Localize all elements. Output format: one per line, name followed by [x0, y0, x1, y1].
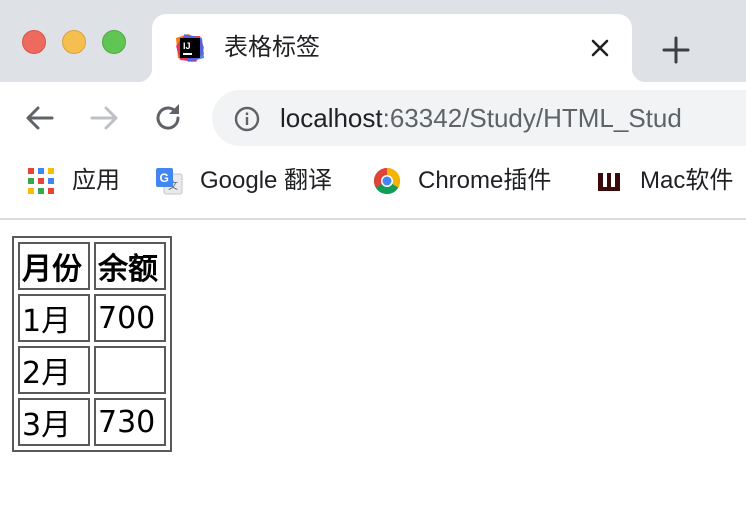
- chrome-icon: [373, 167, 401, 195]
- url-path: :63342/Study/HTML_Stud: [382, 103, 682, 133]
- table-cell-month: 2月: [18, 346, 90, 394]
- tab-strip: IJ 表格标签: [0, 0, 746, 82]
- bookmarks-bar: 应用 文 G Google 翻译 Chrome插件 Mac软件: [0, 154, 746, 220]
- column-header-month: 月份: [18, 242, 90, 290]
- window-zoom-button[interactable]: [102, 30, 126, 54]
- balance-table: 月份 余额 1月 700 2月 3月 730: [12, 236, 172, 452]
- new-tab-plus-icon[interactable]: [658, 32, 694, 68]
- bookmark-label: Google 翻译: [200, 167, 333, 194]
- active-tab[interactable]: IJ 表格标签: [138, 14, 646, 82]
- column-header-balance: 余额: [94, 242, 166, 290]
- table-row: 1月 700: [18, 294, 166, 342]
- svg-text:IJ: IJ: [183, 41, 191, 51]
- mac-software-icon: [598, 173, 620, 191]
- window-close-button[interactable]: [22, 30, 46, 54]
- table-cell-balance: 700: [94, 294, 166, 342]
- forward-arrow-icon[interactable]: [84, 98, 124, 138]
- page-content: 月份 余额 1月 700 2月 3月 730: [0, 220, 746, 506]
- apps-grid-icon: [28, 168, 54, 194]
- bookmark-label: Mac软件: [640, 167, 734, 194]
- url-text: localhost:63342/Study/HTML_Stud: [280, 103, 682, 133]
- table-row: 2月: [18, 346, 166, 394]
- table-cell-balance: 730: [94, 398, 166, 446]
- table-cell-balance: [94, 346, 166, 394]
- table-row: 3月 730: [18, 398, 166, 446]
- svg-text:G: G: [160, 171, 169, 185]
- bookmark-label: Chrome插件: [418, 167, 552, 194]
- window-minimize-button[interactable]: [62, 30, 86, 54]
- navigation-toolbar: localhost:63342/Study/HTML_Stud: [0, 82, 746, 154]
- tab-title: 表格标签: [224, 34, 320, 61]
- back-arrow-icon[interactable]: [20, 98, 60, 138]
- close-icon[interactable]: [586, 34, 614, 62]
- bookmark-label: 应用: [72, 167, 120, 194]
- table-cell-month: 3月: [18, 398, 90, 446]
- table-cell-month: 1月: [18, 294, 90, 342]
- address-bar[interactable]: localhost:63342/Study/HTML_Stud: [212, 90, 746, 146]
- intellij-icon: IJ: [176, 34, 204, 62]
- table-header-row: 月份 余额: [18, 242, 166, 290]
- info-icon[interactable]: [234, 106, 260, 132]
- url-host: localhost: [280, 103, 383, 133]
- reload-icon[interactable]: [148, 98, 188, 138]
- google-translate-icon: 文 G: [156, 168, 183, 195]
